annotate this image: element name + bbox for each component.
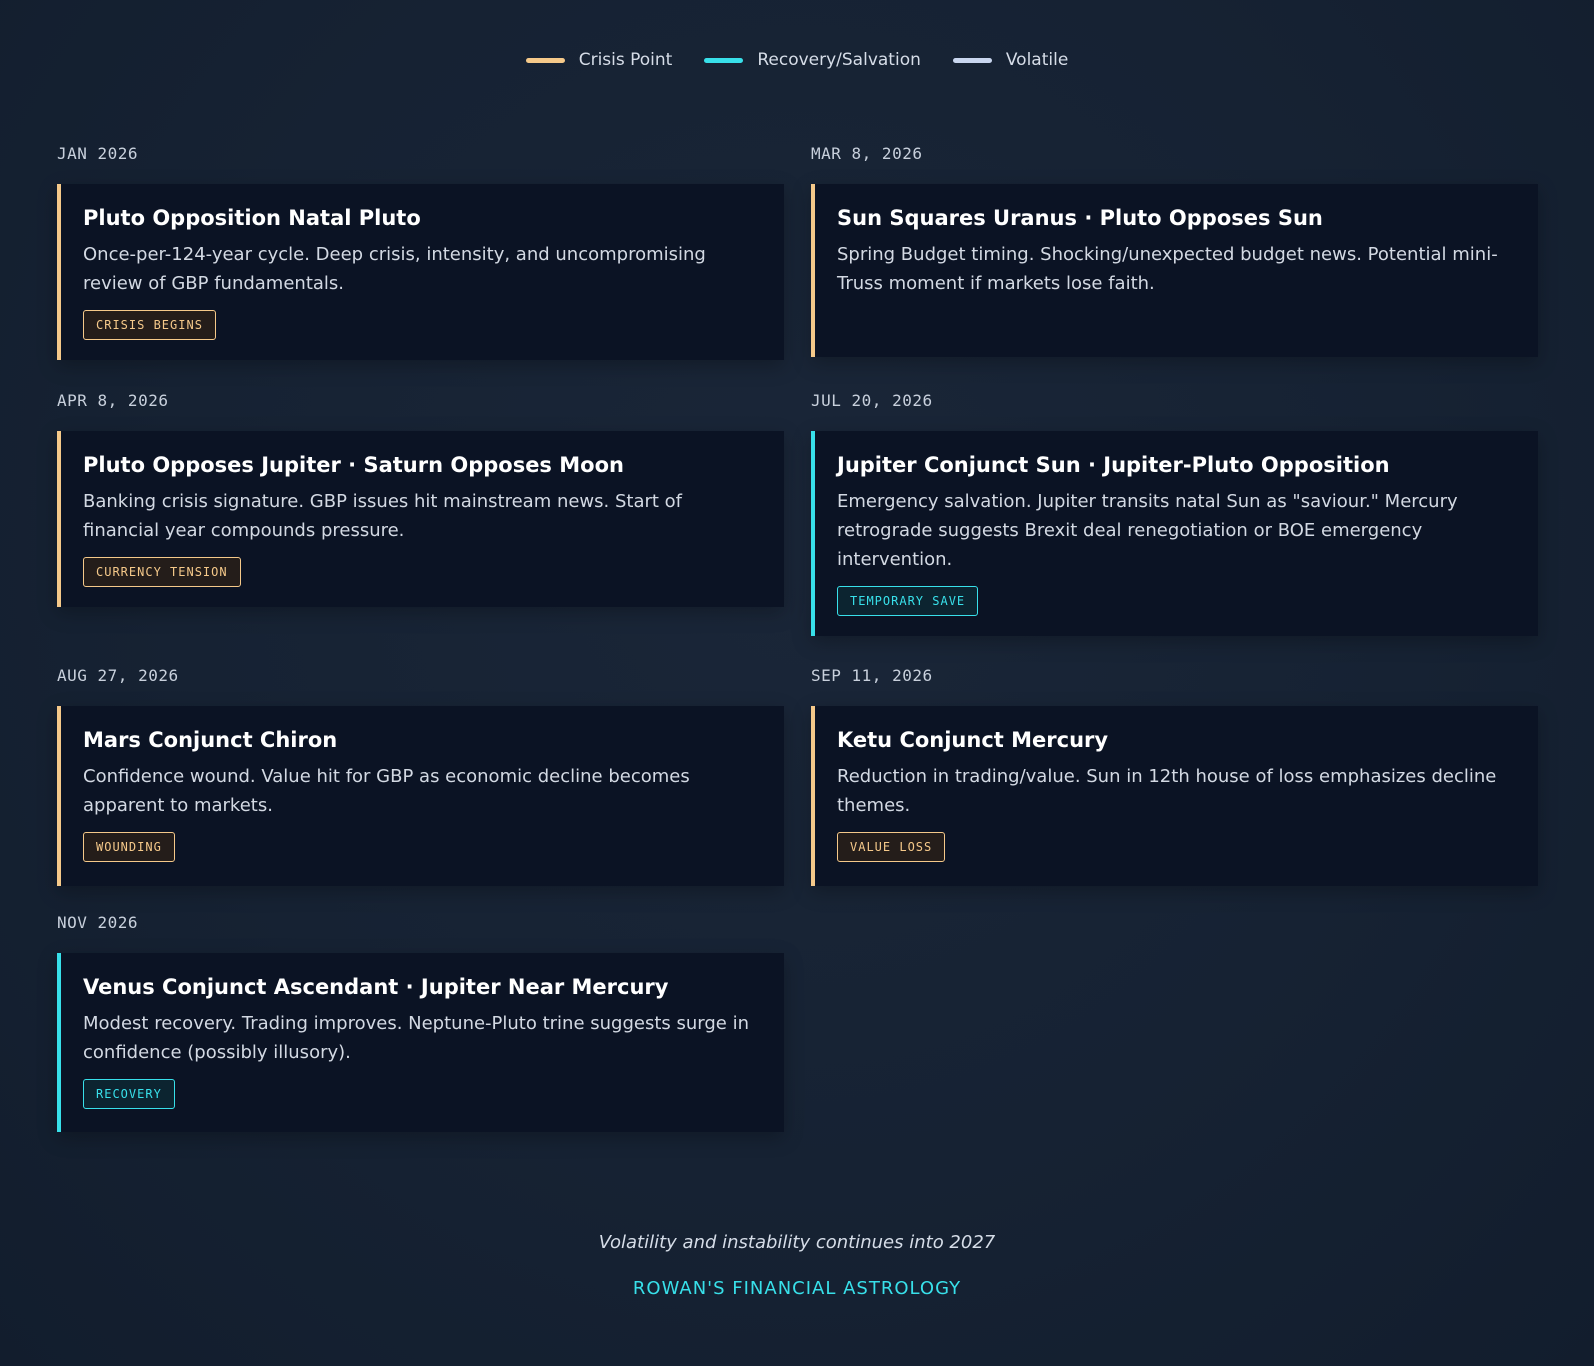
event-entry: MAR 8, 2026 Sun Squares Uranus · Pluto O… — [811, 144, 1538, 357]
event-description: Spring Budget timing. Shocking/unexpecte… — [837, 244, 1498, 294]
event-entry: SEP 11, 2026 Ketu Conjunct Mercury Reduc… — [811, 666, 1538, 886]
event-description: Modest recovery. Trading improves. Neptu… — [83, 1013, 750, 1063]
legend-swatch-crisis — [525, 57, 565, 63]
event-card: Ketu Conjunct Mercury Reduction in tradi… — [811, 706, 1538, 886]
event-card: Mars Conjunct Chiron Confidence wound. V… — [57, 706, 784, 886]
event-date: APR 8, 2026 — [57, 391, 169, 410]
event-description: Once-per-124-year cycle. Deep crisis, in… — [83, 244, 706, 294]
event-date: JUL 20, 2026 — [811, 391, 933, 410]
legend-label-recovery: Recovery/Salvation — [757, 50, 921, 70]
event-card: Jupiter Conjunct Sun · Jupiter-Pluto Opp… — [811, 431, 1538, 636]
event-title: Pluto Opposes Jupiter · Saturn Opposes M… — [83, 453, 624, 477]
event-entry: AUG 27, 2026 Mars Conjunct Chiron Confid… — [57, 666, 784, 886]
legend-item-volatile: Volatile — [952, 50, 1069, 70]
event-description: Reduction in trading/value. Sun in 12th … — [837, 766, 1497, 816]
event-title: Sun Squares Uranus · Pluto Opposes Sun — [837, 206, 1323, 230]
event-entry: NOV 2026 Venus Conjunct Ascendant · Jupi… — [57, 913, 784, 1132]
event-title: Mars Conjunct Chiron — [83, 728, 338, 752]
legend-item-recovery: Recovery/Salvation — [704, 50, 921, 70]
legend-swatch-volatile — [952, 57, 992, 63]
legend-label-crisis: Crisis Point — [578, 50, 673, 70]
legend: Crisis Point Recovery/Salvation Volatile — [0, 50, 1594, 70]
legend-label-volatile: Volatile — [1005, 50, 1069, 70]
event-title: Jupiter Conjunct Sun · Jupiter-Pluto Opp… — [837, 453, 1390, 477]
event-entry: APR 8, 2026 Pluto Opposes Jupiter · Satu… — [57, 391, 784, 607]
event-entry: JAN 2026 Pluto Opposition Natal Pluto On… — [57, 144, 784, 360]
event-date: AUG 27, 2026 — [57, 666, 179, 685]
event-tag: CRISIS BEGINS — [83, 310, 216, 340]
event-card: Pluto Opposes Jupiter · Saturn Opposes M… — [57, 431, 784, 607]
legend-item-crisis: Crisis Point — [525, 50, 673, 70]
event-description: Confidence wound. Value hit for GBP as e… — [83, 766, 690, 816]
event-title: Ketu Conjunct Mercury — [837, 728, 1109, 752]
event-date: MAR 8, 2026 — [811, 144, 923, 163]
event-card: Venus Conjunct Ascendant · Jupiter Near … — [57, 953, 784, 1132]
event-card: Pluto Opposition Natal Pluto Once-per-12… — [57, 184, 784, 360]
event-title: Venus Conjunct Ascendant · Jupiter Near … — [83, 975, 669, 999]
event-date: SEP 11, 2026 — [811, 666, 933, 685]
event-tag: WOUNDING — [83, 832, 175, 862]
legend-swatch-recovery — [704, 57, 744, 63]
footer-brand: ROWAN'S FINANCIAL ASTROLOGY — [632, 1278, 962, 1299]
footer-note: Volatility and instability continues int… — [598, 1232, 996, 1253]
event-entry: JUL 20, 2026 Jupiter Conjunct Sun · Jupi… — [811, 391, 1538, 636]
event-tag: TEMPORARY SAVE — [837, 586, 979, 616]
event-description: Emergency salvation. Jupiter transits na… — [837, 491, 1458, 570]
event-date: NOV 2026 — [57, 913, 139, 932]
event-date: JAN 2026 — [57, 144, 139, 163]
event-tag: RECOVERY — [83, 1079, 175, 1109]
timeline-page: Crisis Point Recovery/Salvation Volatile… — [0, 0, 1594, 1366]
event-tag: CURRENCY TENSION — [83, 557, 241, 587]
event-title: Pluto Opposition Natal Pluto — [83, 206, 421, 230]
event-card: Sun Squares Uranus · Pluto Opposes Sun S… — [811, 184, 1538, 357]
event-tag: VALUE LOSS — [837, 832, 946, 862]
event-description: Banking crisis signature. GBP issues hit… — [83, 491, 683, 541]
